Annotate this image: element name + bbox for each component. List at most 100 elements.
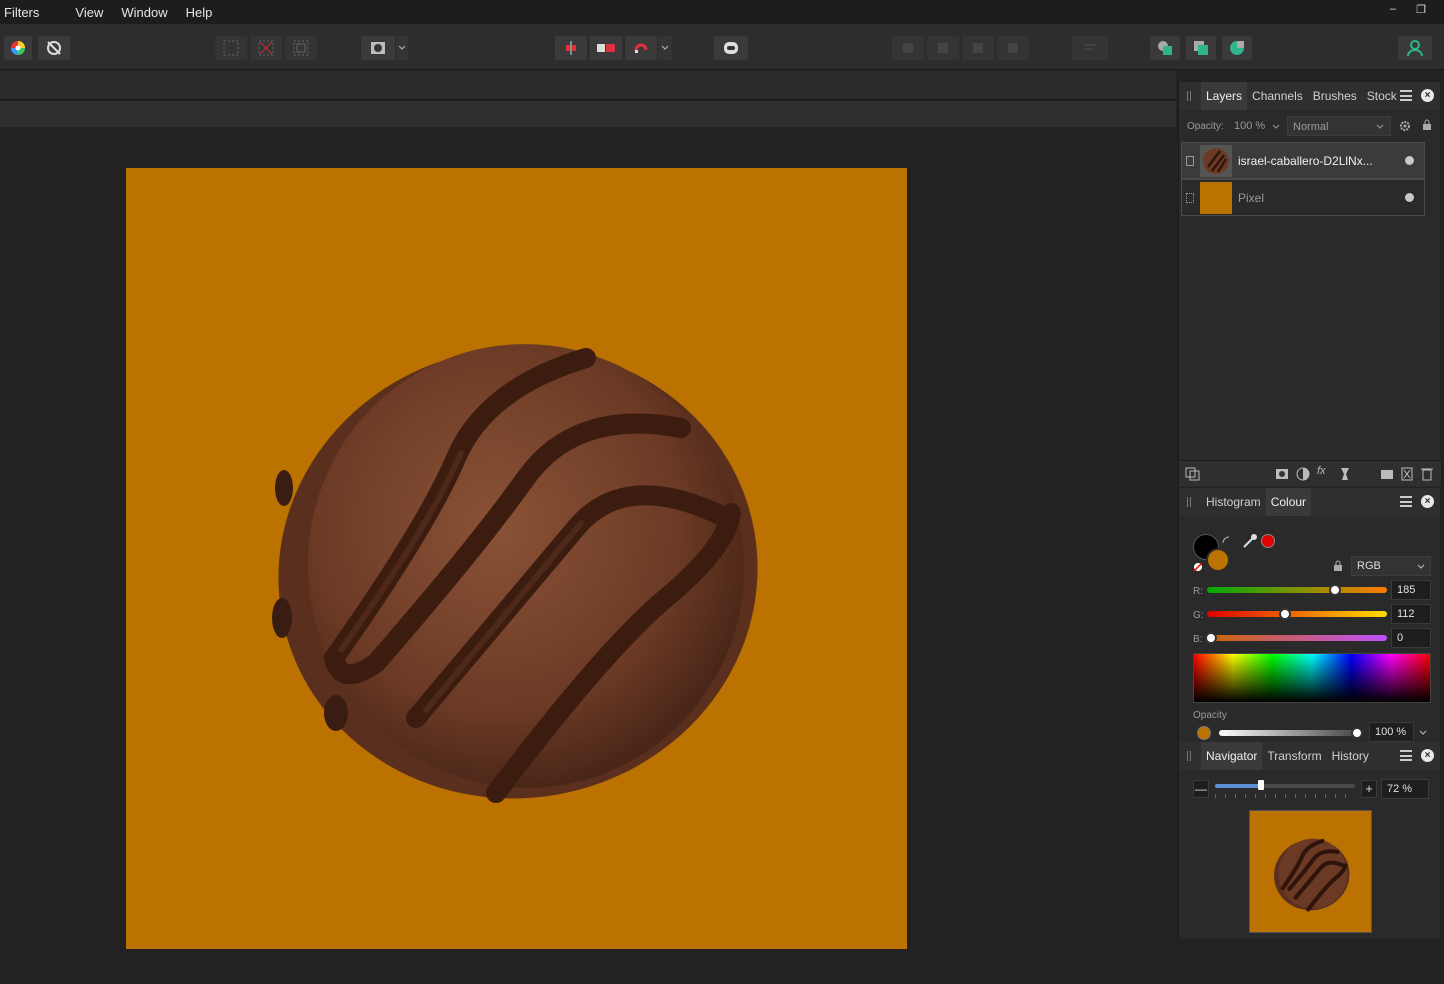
r-value-field[interactable]: 185 (1391, 580, 1431, 600)
restore-button[interactable]: ❐ (1416, 3, 1426, 16)
picked-colour-swatch[interactable] (1261, 534, 1275, 548)
mask-icon (371, 42, 385, 54)
tab-histogram[interactable]: Histogram (1201, 488, 1266, 516)
menu-filters[interactable]: Filters (0, 5, 52, 20)
fx-icon[interactable]: fx (1317, 465, 1326, 477)
union-icon (1158, 41, 1172, 55)
tab-colour[interactable]: Colour (1265, 488, 1312, 516)
b-value-field[interactable]: 0 (1391, 628, 1431, 648)
lock-icon[interactable] (1422, 119, 1432, 131)
trash-icon[interactable] (1421, 467, 1433, 481)
panel-menu-icon[interactable] (1400, 496, 1412, 507)
menu-view[interactable]: View (70, 5, 116, 20)
invert-selection-button[interactable] (285, 36, 317, 60)
snap-dropdown[interactable] (658, 36, 672, 60)
deselect-button[interactable] (250, 36, 282, 60)
g-value-field[interactable]: 112 (1391, 604, 1431, 624)
arrange-forward-button[interactable] (962, 36, 994, 60)
colour-wheel-button[interactable] (4, 36, 32, 60)
menu-help[interactable]: Help (181, 5, 226, 20)
zoom-ticks (1215, 794, 1355, 798)
intersect-button[interactable] (1186, 36, 1216, 60)
align-button[interactable] (1072, 36, 1108, 60)
tab-brushes[interactable]: Brushes (1308, 82, 1362, 110)
close-icon[interactable]: × (1421, 749, 1434, 762)
brush-icon[interactable] (1339, 467, 1351, 481)
zoom-in-button[interactable]: + (1361, 780, 1377, 798)
chevron-down-icon[interactable] (1419, 730, 1427, 736)
panel-grip-icon[interactable] (1187, 91, 1191, 101)
panel-menu-icon[interactable] (1400, 750, 1412, 761)
tab-history[interactable]: History (1327, 742, 1374, 770)
adjustment-icon[interactable] (1296, 467, 1310, 481)
arrange-back-button[interactable] (892, 36, 924, 60)
g-slider-knob[interactable] (1279, 608, 1291, 620)
b-slider[interactable] (1207, 635, 1387, 641)
colour-panel-tabs: Histogram Colour × (1179, 488, 1440, 516)
close-icon[interactable]: × (1421, 495, 1434, 508)
visibility-toggle-icon[interactable] (1405, 156, 1414, 165)
secondary-colour-swatch[interactable] (1206, 548, 1230, 572)
tab-layers[interactable]: Layers (1201, 82, 1248, 110)
layer-row[interactable]: Pixel (1181, 179, 1425, 216)
tab-transform[interactable]: Transform (1262, 742, 1326, 770)
colour-spectrum[interactable] (1193, 653, 1431, 703)
mask-icon[interactable] (1275, 467, 1289, 481)
snapping-button[interactable] (555, 36, 587, 60)
b-slider-knob[interactable] (1205, 632, 1217, 644)
panel-grip-icon[interactable] (1187, 751, 1191, 761)
snap-magnet-button[interactable] (625, 36, 657, 60)
folder-icon[interactable] (1380, 468, 1394, 480)
colour-model-select[interactable]: RGB (1351, 556, 1431, 576)
panel-grip-icon[interactable] (1187, 497, 1191, 507)
g-slider[interactable] (1207, 611, 1387, 617)
develop-persona-button[interactable] (38, 36, 70, 60)
r-slider-knob[interactable] (1329, 584, 1341, 596)
magnet-icon (634, 43, 648, 53)
app-window: Filters View Window Help – ❐ Layers Chan… (0, 0, 1444, 984)
account-button[interactable] (1398, 36, 1432, 60)
zoom-value-field[interactable]: 72 % (1381, 779, 1429, 799)
subtract-button[interactable] (1222, 36, 1252, 60)
opacity-value[interactable]: 100 % (1234, 120, 1265, 132)
quick-mask-button[interactable] (361, 36, 395, 60)
arrange-backward-button[interactable] (927, 36, 959, 60)
swap-colours-icon[interactable] (1221, 535, 1231, 545)
minimize-button[interactable]: – (1390, 3, 1396, 16)
arrange-front-button[interactable] (997, 36, 1029, 60)
layer-stack-icon[interactable] (1185, 467, 1201, 481)
assistant-robot-button[interactable] (714, 36, 748, 60)
menu-window[interactable]: Window (116, 5, 180, 20)
document-canvas[interactable] (126, 168, 907, 949)
chevron-down-icon (1376, 124, 1384, 129)
close-icon[interactable]: × (1421, 89, 1434, 102)
layer-row[interactable]: israel-caballero-D2LlNx... (1181, 142, 1425, 179)
eyedropper-icon[interactable] (1242, 533, 1258, 549)
union-button[interactable] (1150, 36, 1180, 60)
no-colour-icon[interactable] (1193, 562, 1203, 572)
opacity-slider[interactable] (1219, 730, 1359, 736)
zoom-slider-knob[interactable] (1258, 780, 1264, 790)
deselect-icon (258, 40, 274, 56)
add-layer-icon[interactable] (1401, 467, 1413, 481)
marquee-icon (223, 40, 239, 56)
chevron-down-icon[interactable] (1272, 124, 1280, 130)
navigator-preview[interactable] (1249, 810, 1372, 933)
tab-stock[interactable]: Stock (1362, 82, 1402, 110)
lock-icon[interactable] (1333, 560, 1343, 572)
select-all-button[interactable] (215, 36, 247, 60)
r-slider[interactable] (1207, 587, 1387, 593)
assistant-button[interactable] (590, 36, 622, 60)
chevron-down-icon (398, 45, 406, 50)
gear-icon[interactable] (1399, 120, 1411, 132)
arrange-icon (938, 43, 948, 53)
opacity-value-field[interactable]: 100 % (1369, 722, 1414, 742)
mask-dropdown[interactable] (396, 36, 408, 60)
panel-menu-icon[interactable] (1400, 90, 1412, 101)
zoom-out-button[interactable]: — (1193, 780, 1209, 798)
visibility-toggle-icon[interactable] (1405, 193, 1414, 202)
tab-channels[interactable]: Channels (1247, 82, 1308, 110)
opacity-slider-knob[interactable] (1351, 727, 1363, 739)
tab-navigator[interactable]: Navigator (1201, 742, 1263, 770)
blend-mode-select[interactable]: Normal (1287, 116, 1391, 136)
